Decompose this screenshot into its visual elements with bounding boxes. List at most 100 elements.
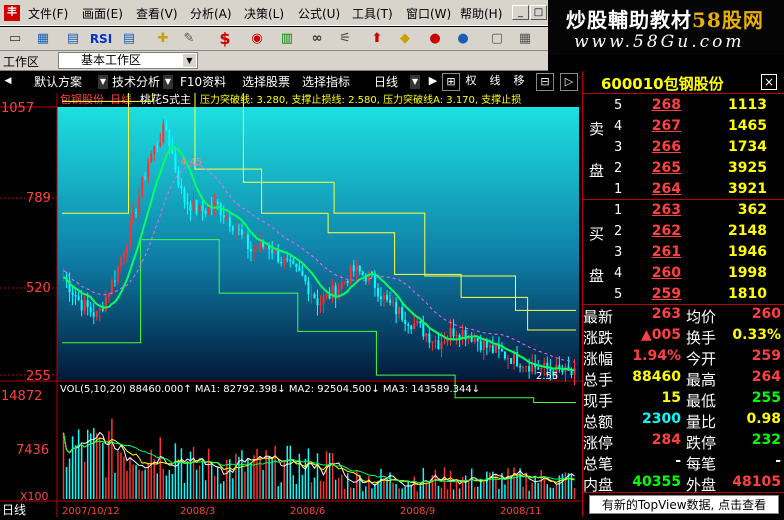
price-pane-background [57,107,579,380]
signal-icon[interactable]: ⚟ [334,29,356,49]
candle-body [343,280,346,283]
crosshair-icon[interactable]: ✚ [152,29,174,49]
diamond-icon[interactable]: ◆ [394,29,416,49]
line-button[interactable]: 线 [486,73,504,91]
candle-body [398,307,401,315]
ball-icon[interactable]: ● [424,29,446,49]
move-button[interactable]: 移 [510,73,528,91]
tab-default-scheme[interactable]: 默认方案 [34,73,82,91]
window-layout-icon[interactable]: ▦ [32,29,54,49]
close-icon[interactable]: × [761,74,777,90]
candle-body [355,266,358,272]
candle-body [225,217,228,219]
dollar-button[interactable]: $ [214,29,236,49]
buy-row[interactable]: 1 263 362 [583,200,784,221]
play-icon[interactable]: ▶ [424,73,442,91]
menu-formula[interactable]: 公式(U) [298,5,340,22]
binoculars-icon[interactable]: ∞ [306,29,328,49]
volume-ma2-line [63,432,575,486]
buy-row[interactable]: 2 262 2148 [583,221,784,242]
expand-icon[interactable]: ▷ [560,73,578,91]
topview-button[interactable]: 有新的TopView数据, 点击查看 [589,495,779,514]
chart-indicator-name: 桃花S式主 [140,93,191,106]
sell-row[interactable]: 1 264 3921 [583,179,784,200]
kline-chart[interactable]: 1057 789 520 255 包钢股份 日线 桃花S式主 压力突破线: 3.… [0,70,582,517]
stat-label: 总手 [583,371,614,389]
candle-body [443,341,446,343]
menu-file[interactable]: 文件(F) [28,5,68,22]
site-watermark: 炒股輔助教材58股网 www.58Gu.com [548,0,784,55]
app-logo-icon: 丰 [4,5,20,21]
window-toggle-icon[interactable]: ⊟ [536,73,554,91]
minimize-button[interactable]: _ [512,5,529,20]
arrow-up-icon[interactable]: ⬆ [366,29,388,49]
buy-row[interactable]: 3 261 1946 [583,242,784,263]
candle-body [422,323,425,337]
candle-body [243,234,246,236]
stat-row: 涨幅 1.94% 今开 259 [583,347,784,368]
grid-icon[interactable]: ▤ [62,29,84,49]
folder-icon[interactable]: ▭ [4,29,26,49]
menu-view-screen[interactable]: 画面(E) [82,5,123,22]
buy-row[interactable]: 4 260 1998 [583,263,784,284]
candle-body [113,280,116,282]
candle-body [410,325,413,330]
buy-row[interactable]: 5 259 1810 [583,284,784,305]
price-tick: 255 [26,369,51,384]
candle-body [413,323,416,330]
candle-body [283,258,286,264]
candle-body [292,260,295,264]
menu-window[interactable]: 窗口(W) [406,5,451,22]
menu-analysis[interactable]: 分析(A) [190,5,232,22]
table-icon[interactable]: ▤ [118,29,140,49]
candle-body [389,299,392,303]
menu-decision[interactable]: 决策(L) [244,5,284,22]
chevron-down-icon[interactable]: ▼ [410,75,420,89]
candle-body [207,206,210,214]
rsi-button[interactable]: RSI [88,29,114,49]
zoom-grid-icon[interactable]: ⊞ [442,73,460,91]
stat-label: 最低 [686,392,717,410]
sphere-icon[interactable]: ● [452,29,474,49]
chevron-down-icon[interactable]: ▼ [183,54,196,67]
document-icon[interactable]: ▢ [486,29,508,49]
dropdown-arrow-icon[interactable]: ▼ [163,75,173,89]
candle-body [307,281,310,295]
candle-body [488,345,491,348]
volume: 1810 [728,286,767,302]
tab-technical-analysis[interactable]: 技术分析 [112,73,160,91]
stat-value: 0.98 [746,411,781,427]
candle-body [431,341,434,343]
rights-button[interactable]: 权 [462,73,480,91]
collapse-arrow-icon[interactable]: ◀ [2,73,14,91]
dropdown-arrow-icon[interactable]: ▼ [98,75,108,89]
candle-body [98,308,101,312]
menu-help[interactable]: 帮助(H) [460,5,502,22]
grid-table-icon[interactable]: ▦ [514,29,536,49]
candle-body [174,153,177,171]
sell-row[interactable]: 2 265 3925 [583,158,784,179]
candle-body [192,200,195,212]
tab-f10-data[interactable]: F10资料 [180,73,226,91]
sell-row[interactable]: 4 267 1465 [583,116,784,137]
candle-body [449,328,452,339]
tab-select-stock[interactable]: 选择股票 [242,73,290,91]
tab-select-indicator[interactable]: 选择指标 [302,73,350,91]
price: 267 [651,118,681,134]
sell-row[interactable]: 3 266 1734 [583,137,784,158]
maximize-button[interactable]: □ [530,5,547,20]
period-select[interactable]: 日线 [374,73,398,91]
sell-row[interactable]: 5 268 1113 [583,95,784,116]
menu-view[interactable]: 查看(V) [136,5,178,22]
bars-icon[interactable]: ▥ [276,29,298,49]
workspace-select[interactable]: 基本工作区 ▼ [58,52,198,69]
pencil-icon[interactable]: ✎ [178,29,200,49]
menu-tools[interactable]: 工具(T) [352,5,393,22]
candle-body [440,342,443,350]
volume: 1113 [728,97,767,113]
eye-icon[interactable]: ◉ [246,29,268,49]
stat-value: 1.94% [632,348,681,364]
candle-body [352,265,355,272]
stat-value: 40355 [632,474,681,490]
stat-row: 总笔 - 每笔 - [583,452,784,473]
